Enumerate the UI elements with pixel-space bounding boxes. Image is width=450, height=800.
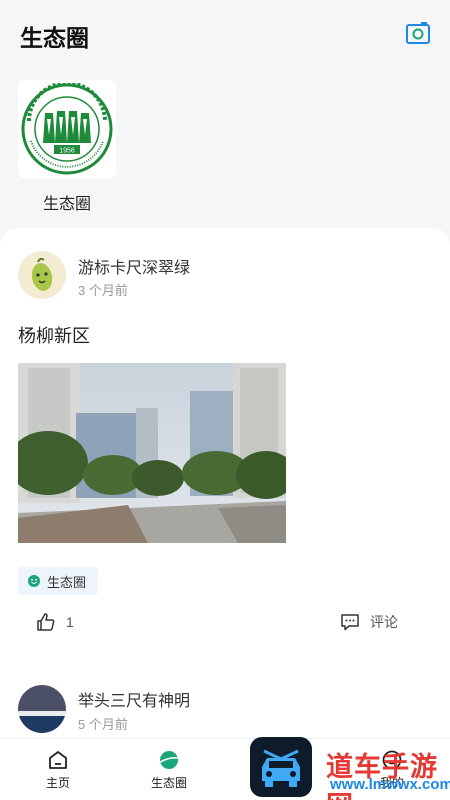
school-seal-logo: 1956 <box>21 83 113 175</box>
post-image[interactable] <box>18 363 286 543</box>
tab-ecosphere-label: 生态圈 <box>150 776 187 790</box>
avatar[interactable] <box>18 251 66 299</box>
page-title: 生态圈 <box>20 25 89 51</box>
car-icon <box>262 749 300 787</box>
comment-button[interactable]: 评论 <box>340 612 398 632</box>
bean-avatar-icon <box>31 257 53 291</box>
tab-ecosphere[interactable]: 生态圈 <box>129 749 209 791</box>
home-icon <box>49 751 67 769</box>
community-card[interactable]: 1956 生态圈 <box>18 80 116 214</box>
like-button[interactable]: 1 <box>36 612 74 632</box>
post-time: 5 个月前 <box>78 717 128 732</box>
smile-icon <box>28 575 40 587</box>
thumbs-up-icon <box>37 613 55 631</box>
post-username[interactable]: 游标卡尺深翠绿 <box>78 254 190 278</box>
sea-avatar-icon <box>18 685 66 733</box>
tab-home[interactable]: 主页 <box>18 749 98 791</box>
post-tag-label: 生态圈 <box>47 574 87 590</box>
tab-home-label: 主页 <box>45 776 70 790</box>
post-time: 3 个月前 <box>78 283 128 298</box>
post-text: 杨柳新区 <box>18 326 90 346</box>
avatar[interactable] <box>18 685 66 733</box>
campus-photo <box>18 363 286 543</box>
watermark-logo <box>250 737 312 797</box>
watermark-url: www.lmwwx.com <box>330 776 450 793</box>
planet-icon <box>160 751 178 769</box>
post-username[interactable]: 举头三尺有神明 <box>78 687 190 711</box>
post-tag[interactable]: 生态圈 <box>18 567 99 595</box>
top-bar: 生态圈 <box>0 0 450 70</box>
like-count: 1 <box>66 614 74 630</box>
logo-year: 1956 <box>59 148 75 155</box>
comment-icon <box>341 614 359 631</box>
comment-label: 评论 <box>370 614 398 630</box>
camera-icon[interactable] <box>405 20 431 46</box>
community-name: 生态圈 <box>42 196 91 213</box>
community-logo: 1956 <box>18 80 116 178</box>
post-feed: 游标卡尺深翠绿 3 个月前 杨柳新区 生态圈 1 评论 举头三尺有神明 5 个月… <box>0 228 450 800</box>
